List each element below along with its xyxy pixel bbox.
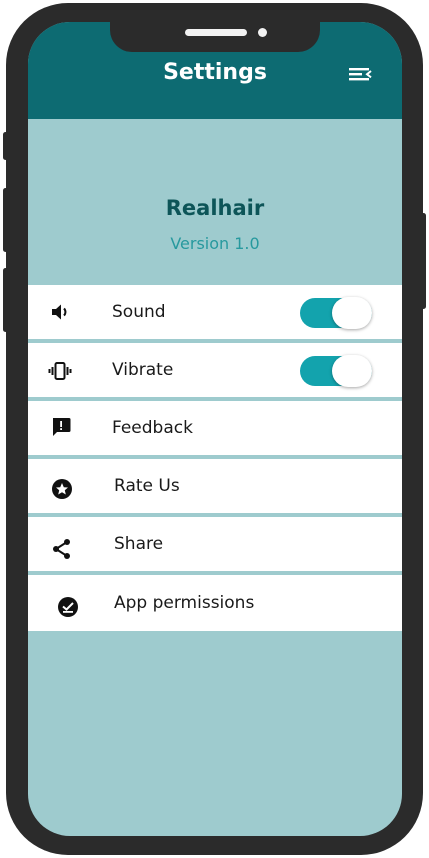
settings-row-feedback[interactable]: Feedback <box>28 401 402 455</box>
settings-row-rate-us[interactable]: Rate Us <box>28 459 402 513</box>
settings-row-app-permissions[interactable]: App permissions <box>28 575 402 631</box>
menu-button[interactable] <box>347 63 375 85</box>
vibrate-icon <box>48 360 72 382</box>
share-icon <box>51 538 73 560</box>
phone-notch <box>110 22 320 52</box>
toggle-knob <box>332 297 372 329</box>
feedback-icon <box>50 416 72 438</box>
sound-label: Sound <box>112 302 166 322</box>
speaker-grill <box>185 29 247 36</box>
phone-mute-switch <box>3 132 8 160</box>
rate-us-label: Rate Us <box>114 476 180 496</box>
front-camera <box>258 28 267 37</box>
phone-volume-up-button <box>3 188 8 252</box>
feedback-label: Feedback <box>112 418 193 438</box>
vibrate-label: Vibrate <box>112 360 174 380</box>
menu-collapse-icon <box>349 68 372 81</box>
phone-power-button <box>421 213 426 309</box>
permissions-icon <box>57 596 79 618</box>
settings-row-vibrate[interactable]: Vibrate <box>28 343 402 397</box>
page-title: Settings <box>163 60 267 85</box>
app-name: Realhair <box>165 196 265 220</box>
settings-row-sound[interactable]: Sound <box>28 285 402 339</box>
phone-volume-down-button <box>3 268 8 332</box>
volume-icon <box>50 301 72 323</box>
sound-toggle[interactable] <box>300 297 372 329</box>
vibrate-toggle[interactable] <box>300 355 372 387</box>
star-circle-icon <box>51 478 73 500</box>
app-permissions-label: App permissions <box>114 593 255 613</box>
settings-row-share[interactable]: Share <box>28 517 402 571</box>
screen: Settings Realhair Version 1.0 Sound Vibr… <box>28 22 402 836</box>
app-version: Version 1.0 <box>170 234 260 253</box>
toggle-knob <box>332 355 372 387</box>
share-label: Share <box>114 534 164 554</box>
